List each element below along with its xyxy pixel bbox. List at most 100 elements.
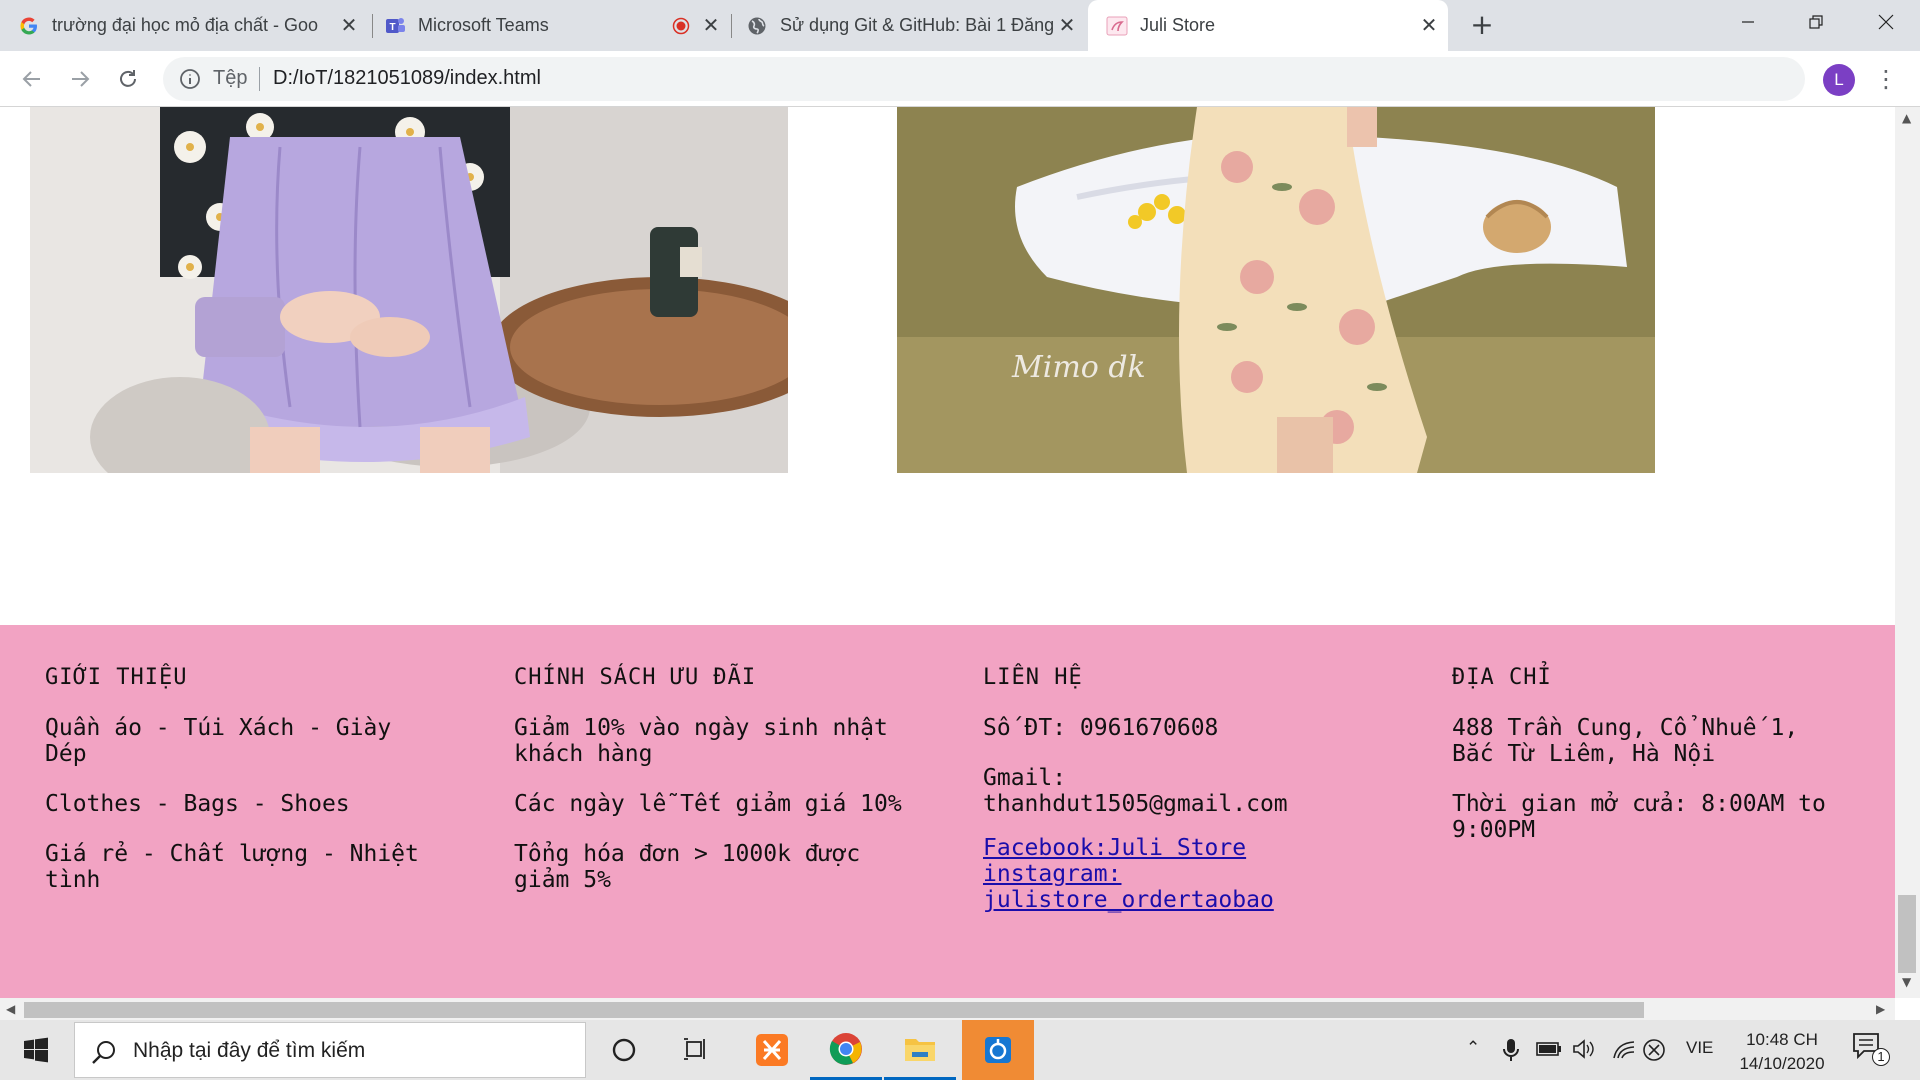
tab-title: Sử dụng Git & GitHub: Bài 1 Đăng <box>780 15 1054 35</box>
store-address: 488 Trần Cung, Cổ Nhuế 1, Bắc Từ Liêm, H… <box>1452 715 1799 767</box>
url-text[interactable]: D:/IoT/1821051089/index.html <box>273 67 541 90</box>
input-language[interactable]: VIE <box>1686 1038 1713 1058</box>
footer-text: Giá rẻ - Chất lượng - Nhiệt tình <box>45 841 419 893</box>
pinned-app[interactable] <box>962 1020 1034 1080</box>
taskbar-search-placeholder: Nhập tại đây để tìm kiếm <box>133 1039 366 1062</box>
tab-git-github[interactable]: Sử dụng Git & GitHub: Bài 1 Đăng ✕ <box>746 0 1080 51</box>
footer-text: Các ngày lễ Tết giảm giá 10% <box>514 791 902 817</box>
vertical-scrollbar[interactable] <box>1895 107 1920 998</box>
recording-icon <box>670 15 692 37</box>
chrome-app[interactable] <box>810 1020 882 1080</box>
tray-overflow-chevron-icon[interactable]: ⌃ <box>1466 1038 1480 1058</box>
file-explorer-app[interactable] <box>884 1020 956 1080</box>
site-footer: GIỚI THIỆU Quần áo - Túi Xách - Giày Dép… <box>0 625 1895 1003</box>
browser-toolbar: Tệp D:/IoT/1821051089/index.html L ⋮ <box>0 51 1920 107</box>
scroll-up-arrow-icon[interactable]: ▲ <box>1902 111 1911 125</box>
task-view-button[interactable] <box>660 1020 732 1080</box>
chrome-icon <box>829 1032 862 1065</box>
forward-button[interactable] <box>62 61 98 97</box>
search-icon <box>92 1041 115 1064</box>
vertical-scroll-thumb[interactable] <box>1898 895 1916 973</box>
instagram-link[interactable]: instagram: julistore_ordertaobao <box>983 861 1383 913</box>
footer-heading-address: ĐỊA CHỈ <box>1452 665 1552 690</box>
tab-juli-store[interactable]: Juli Store ✕ <box>1088 0 1448 51</box>
minimize-button[interactable] <box>1714 0 1782 44</box>
volume-icon[interactable] <box>1572 1038 1596 1060</box>
close-icon <box>1878 14 1894 30</box>
clock-date: 14/10/2020 <box>1739 1054 1825 1073</box>
wifi-icon[interactable] <box>1612 1038 1636 1060</box>
profile-avatar[interactable]: L <box>1823 64 1855 96</box>
footer-text: Quần áo - Túi Xách - Giày Dép <box>45 715 392 767</box>
file-explorer-icon <box>905 1038 935 1061</box>
facebook-link[interactable]: Facebook:Juli Store <box>983 835 1383 861</box>
tab-strip: trường đại học mỏ địa chất - Goo ✕ T Mic… <box>0 0 1920 51</box>
close-tab-icon[interactable]: ✕ <box>1054 13 1080 39</box>
cortana-button[interactable] <box>588 1020 660 1080</box>
microphone-icon[interactable] <box>1502 1038 1520 1062</box>
svg-text:T: T <box>389 22 395 33</box>
tab-title: Juli Store <box>1140 15 1216 35</box>
battery-icon[interactable] <box>1536 1040 1562 1058</box>
info-icon[interactable] <box>179 68 201 90</box>
footer-text: Giảm 10% vào ngày sinh nhật khách hàng <box>514 715 888 767</box>
product-image-floral-dress: Mimo dk <box>897 107 1655 473</box>
cortana-icon <box>612 1038 636 1062</box>
footer-text: Clothes - Bags - Shoes <box>45 791 350 817</box>
google-icon <box>18 15 40 37</box>
product-image-lavender-skirt <box>30 107 788 473</box>
xampp-app[interactable] <box>736 1020 808 1080</box>
phone-number: Số ĐT: 0961670608 <box>983 715 1219 741</box>
horizontal-scroll-thumb[interactable] <box>24 1002 1644 1018</box>
reload-button[interactable] <box>110 61 146 97</box>
new-tab-button[interactable]: + <box>1466 10 1498 42</box>
teams-icon: T <box>384 15 406 37</box>
browser-menu-icon[interactable]: ⋮ <box>1874 65 1898 95</box>
tab-google-search[interactable]: trường đại học mỏ địa chất - Goo ✕ <box>18 0 362 51</box>
windows-logo-icon <box>24 1037 48 1063</box>
tab-separator <box>372 14 373 38</box>
email-address: Gmail: thanhdut1505@gmail.com <box>983 765 1288 817</box>
xampp-icon <box>756 1034 788 1066</box>
taskbar-clock[interactable]: 10:48 CH 14/10/2020 <box>1730 1028 1834 1076</box>
tab-microsoft-teams[interactable]: T Microsoft Teams ✕ <box>384 0 724 51</box>
footer-heading-contact: LIÊN HỆ <box>983 665 1083 690</box>
image-watermark: Mimo dk <box>1011 350 1146 385</box>
page-viewport: Mimo dk GIỚI THIỆU Quần áo - Túi Xách - … <box>0 107 1920 1020</box>
footer-column-about: GIỚI THIỆU Quần áo - Túi Xách - Giày Dép… <box>45 665 425 917</box>
network-blocked-icon[interactable] <box>1642 1038 1666 1062</box>
footer-column-address: ĐỊA CHỈ 488 Trần Cung, Cổ Nhuế 1, Bắc Từ… <box>1452 665 1852 867</box>
tab-title: trường đại học mỏ địa chất - Goo <box>52 15 318 35</box>
close-window-button[interactable] <box>1852 0 1920 44</box>
scroll-right-arrow-icon[interactable]: ▶ <box>1876 1002 1885 1016</box>
footer-heading-about: GIỚI THIỆU <box>45 665 188 690</box>
opening-hours: Thời gian mở cửa: 8:00AM to 9:00PM <box>1452 791 1826 843</box>
close-tab-icon[interactable]: ✕ <box>1416 13 1442 39</box>
tab-title: Microsoft Teams <box>418 15 549 35</box>
close-tab-icon[interactable]: ✕ <box>336 13 362 39</box>
minimize-icon <box>1742 21 1754 23</box>
globe-icon <box>746 15 768 37</box>
restore-button[interactable] <box>1782 0 1850 44</box>
app-icon <box>985 1037 1011 1063</box>
back-button[interactable] <box>14 61 50 97</box>
scroll-left-arrow-icon[interactable]: ◀ <box>6 1002 15 1016</box>
tab-separator <box>731 14 732 38</box>
notification-count-badge: 1 <box>1872 1048 1890 1066</box>
juli-store-favicon <box>1106 15 1128 37</box>
address-separator <box>259 67 260 91</box>
close-tab-icon[interactable]: ✕ <box>698 13 724 39</box>
reload-icon <box>120 70 136 87</box>
action-center-button[interactable]: 1 <box>1852 1032 1892 1068</box>
footer-column-contact: LIÊN HỆ Số ĐT: 0961670608 Gmail: thanhdu… <box>983 665 1383 913</box>
start-button[interactable] <box>0 1020 72 1080</box>
taskbar-search-box[interactable]: Nhập tại đây để tìm kiếm <box>74 1022 586 1078</box>
scroll-down-arrow-icon[interactable]: ▼ <box>1902 975 1911 989</box>
footer-column-offers: CHÍNH SÁCH ƯU ĐÃI Giảm 10% vào ngày sinh… <box>514 665 904 917</box>
file-scheme-label: Tệp <box>213 67 248 89</box>
address-bar[interactable]: Tệp D:/IoT/1821051089/index.html <box>163 57 1805 101</box>
restore-icon <box>1809 15 1823 29</box>
task-view-icon <box>684 1038 705 1060</box>
back-arrow-icon <box>22 71 40 87</box>
forward-arrow-icon <box>72 71 90 87</box>
